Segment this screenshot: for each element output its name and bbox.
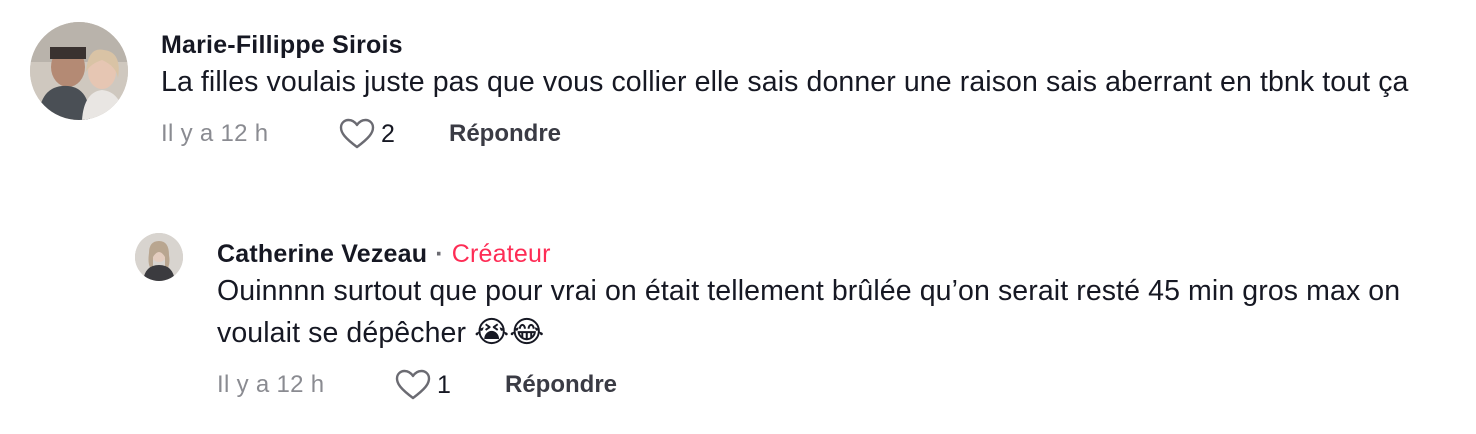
emoji-group: 😭😂 bbox=[474, 315, 545, 350]
reply-button[interactable]: Répondre bbox=[449, 120, 561, 148]
comment-meta: Il y a 12 h 1 Répondre bbox=[217, 368, 1427, 402]
like-button[interactable]: 2 bbox=[339, 118, 449, 150]
comment-text: Ouinnnn surtout que pour vrai on était t… bbox=[217, 270, 1427, 354]
like-count: 2 bbox=[381, 119, 395, 148]
like-count: 1 bbox=[437, 370, 451, 399]
comment-header: Catherine Vezeau · Créateur bbox=[217, 238, 1427, 270]
avatar[interactable] bbox=[135, 233, 183, 281]
avatar[interactable] bbox=[30, 22, 128, 120]
timestamp: Il y a 12 h bbox=[217, 371, 325, 398]
username[interactable]: Marie-Fillippe Sirois bbox=[161, 29, 1441, 61]
comment-body: Marie-Fillippe Sirois La filles voulais … bbox=[161, 29, 1441, 151]
comment-text-content: Ouinnnn surtout que pour vrai on était t… bbox=[217, 275, 1401, 349]
like-button[interactable]: 1 bbox=[395, 369, 505, 401]
reply-button[interactable]: Répondre bbox=[505, 371, 617, 399]
timestamp: Il y a 12 h bbox=[161, 120, 269, 147]
separator: · bbox=[435, 240, 444, 268]
heart-outline-icon[interactable] bbox=[339, 118, 375, 150]
heart-outline-icon[interactable] bbox=[395, 369, 431, 401]
comment-meta: Il y a 12 h 2 Répondre bbox=[161, 117, 1441, 151]
comment-text: La filles voulais juste pas que vous col… bbox=[161, 66, 1409, 98]
comment-body: Catherine Vezeau · Créateur Ouinnnn surtou… bbox=[217, 238, 1427, 402]
username[interactable]: Catherine Vezeau bbox=[217, 240, 427, 268]
creator-badge: Créateur bbox=[451, 240, 551, 268]
